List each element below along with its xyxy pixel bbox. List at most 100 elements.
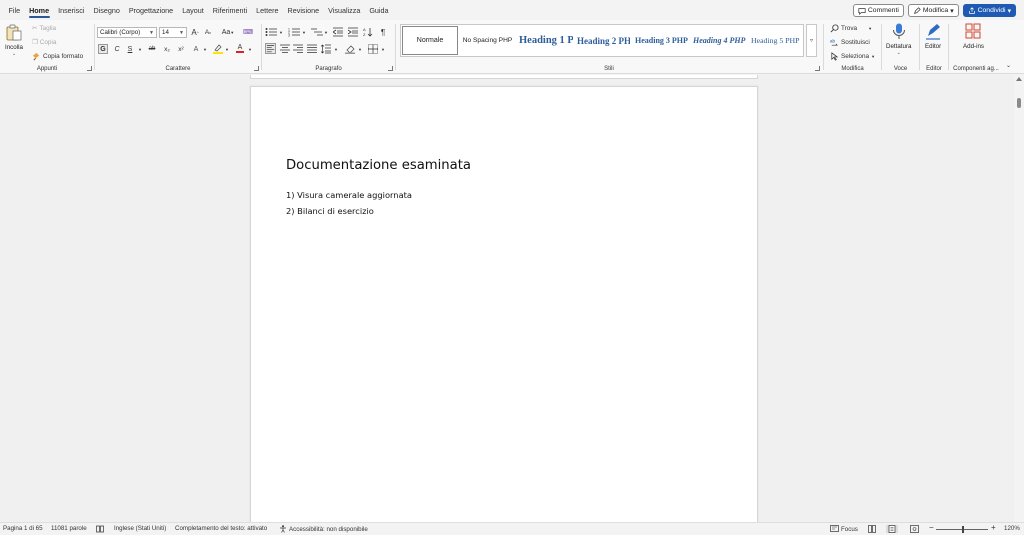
scrollbar-thumb[interactable] — [1017, 98, 1021, 108]
read-mode-icon[interactable] — [868, 525, 876, 533]
zoom-slider-thumb[interactable] — [962, 526, 964, 533]
tab-view[interactable]: Visualizza — [324, 0, 365, 20]
paragraph-launcher[interactable] — [388, 66, 393, 71]
chevron-down-icon[interactable]: ▼ — [299, 27, 309, 37]
chevron-down-icon[interactable]: ▼ — [222, 44, 232, 54]
tab-layout[interactable]: Layout — [178, 0, 209, 20]
edit-mode-button[interactable]: Modifica ▾ — [907, 4, 959, 17]
zoom-level[interactable]: 120% — [1004, 525, 1020, 532]
borders-icon[interactable] — [368, 44, 378, 54]
focus-label: Focus — [841, 525, 858, 533]
decrease-indent-icon[interactable] — [333, 27, 343, 37]
zoom-out-button[interactable]: − — [929, 523, 934, 532]
chevron-down-icon[interactable]: ▼ — [331, 44, 341, 54]
clipboard-launcher[interactable] — [87, 66, 92, 71]
focus-mode-button[interactable]: Focus — [830, 525, 858, 533]
svg-text:Z: Z — [363, 32, 366, 37]
font-size-select[interactable]: 14 ▼ — [159, 27, 187, 38]
font-launcher[interactable] — [254, 66, 259, 71]
chevron-down-icon[interactable]: ▼ — [245, 44, 255, 54]
share-button[interactable]: Condividi ▾ — [962, 4, 1016, 17]
document-line-2[interactable]: 2) Bilanci di esercizio — [286, 206, 374, 216]
increase-indent-icon[interactable] — [348, 27, 358, 37]
chevron-down-icon: ⌄ — [896, 50, 901, 56]
chevron-down-icon: ▾ — [1007, 7, 1011, 15]
justify-icon[interactable] — [307, 44, 317, 54]
editor-label: Editor — [925, 43, 942, 50]
tab-help[interactable]: Guida — [365, 0, 393, 20]
print-layout-icon[interactable] — [886, 525, 898, 533]
paste-button[interactable]: Incolla ⌄ — [5, 24, 23, 57]
grow-font-button[interactable]: A ^ — [190, 27, 200, 37]
tab-references[interactable]: Riferimenti — [208, 0, 251, 20]
chevron-down-icon[interactable]: ▼ — [276, 27, 286, 37]
group-clipboard: Incolla ⌄ ✂ Taglia ❐ Copia Copia formato… — [0, 20, 94, 74]
replace-button[interactable]: ab Sostituisci — [830, 38, 870, 47]
page-count[interactable]: Pagina 1 di 65 — [3, 525, 43, 532]
superscript-button[interactable]: x² — [176, 44, 186, 54]
underline-button[interactable]: S — [125, 44, 135, 54]
tab-insert[interactable]: Inserisci — [54, 0, 89, 20]
text-predictions-status[interactable]: Completamento del testo: attivato — [175, 525, 267, 532]
align-center-icon[interactable] — [280, 44, 290, 54]
document-page[interactable]: Documentazione esaminata 1) Visura camer… — [250, 86, 758, 522]
collapse-ribbon-button[interactable]: ⌄ — [1006, 62, 1011, 69]
clipboard-group-label: Appunti — [36, 66, 58, 72]
document-heading[interactable]: Documentazione esaminata — [286, 158, 471, 173]
font-color-button[interactable]: A — [235, 43, 245, 53]
change-case-button[interactable]: Aa ▼ — [219, 27, 237, 37]
tab-home[interactable]: Home — [25, 0, 54, 20]
ribbon-tab-bar: File Home Inserisci Disegno Progettazion… — [0, 0, 1024, 20]
proofing-icon[interactable] — [96, 525, 104, 533]
align-right-icon[interactable] — [293, 44, 303, 54]
chevron-down-icon[interactable]: ▼ — [378, 44, 388, 54]
copy-button[interactable]: ❐ Copia — [32, 38, 56, 47]
find-button[interactable]: Trova ▼ — [830, 24, 872, 33]
language-indicator[interactable]: Inglese (Stati Uniti) — [114, 525, 166, 532]
styles-launcher[interactable] — [815, 66, 820, 71]
scroll-up-icon[interactable] — [1016, 77, 1022, 81]
editing-group-label: Modifica — [841, 66, 864, 72]
tab-draw[interactable]: Disegno — [89, 0, 124, 20]
cut-button[interactable]: ✂ Taglia — [32, 24, 56, 33]
document-canvas[interactable]: Documentazione esaminata 1) Visura camer… — [0, 75, 1024, 522]
select-button[interactable]: Seleziona ▼ — [830, 52, 875, 61]
vertical-scrollbar[interactable] — [1014, 75, 1024, 522]
line-spacing-icon[interactable] — [321, 44, 331, 54]
chevron-down-icon[interactable]: ▼ — [200, 44, 210, 54]
sort-icon[interactable]: AZ — [363, 27, 373, 37]
tab-design[interactable]: Progettazione — [124, 0, 177, 20]
clear-formatting-icon[interactable]: ⌨ — [243, 27, 253, 37]
edit-mode-label: Modifica — [922, 7, 949, 14]
word-count[interactable]: 11081 parole — [51, 525, 87, 532]
font-family-select[interactable]: Calibri (Corpo) ▼ — [97, 27, 157, 38]
shrink-font-button[interactable]: Av — [203, 27, 213, 37]
accessibility-status[interactable]: Accessibilità: non disponibile — [279, 525, 368, 533]
tab-review[interactable]: Revisione — [283, 0, 324, 20]
addins-button[interactable]: Add-ins — [963, 23, 984, 50]
italic-button[interactable]: C — [112, 44, 122, 54]
strikethrough-button[interactable]: ab — [147, 44, 157, 54]
tab-file[interactable]: File — [4, 0, 25, 20]
chevron-down-icon: ⌄ — [1006, 63, 1012, 69]
editor-button[interactable]: Editor — [925, 23, 941, 50]
zoom-in-button[interactable]: + — [991, 523, 996, 532]
document-line-1[interactable]: 1) Visura camerale aggiornata — [286, 190, 412, 200]
format-painter-button[interactable]: Copia formato — [32, 52, 83, 61]
show-formatting-marks-button[interactable]: ¶ — [378, 27, 388, 37]
comments-button[interactable]: Commenti — [852, 4, 904, 17]
chevron-down-icon[interactable]: ▼ — [135, 44, 145, 54]
chevron-down-icon[interactable]: ▼ — [321, 27, 331, 37]
editor-group-label: Editor — [926, 66, 942, 72]
tab-mailings[interactable]: Lettere — [252, 0, 283, 20]
align-left-icon[interactable] — [265, 43, 276, 54]
dictate-button[interactable]: Dettatura ⌄ — [886, 23, 911, 56]
bold-button[interactable]: G — [98, 44, 108, 54]
shading-icon[interactable] — [345, 44, 355, 54]
ribbon: Incolla ⌄ ✂ Taglia ❐ Copia Copia formato… — [0, 20, 1024, 74]
chevron-down-icon[interactable]: ▼ — [355, 44, 365, 54]
subscript-button[interactable]: x₂ — [162, 44, 172, 54]
web-layout-icon[interactable] — [910, 525, 919, 533]
print-layout-glyph — [888, 525, 896, 533]
search-icon — [830, 24, 839, 33]
